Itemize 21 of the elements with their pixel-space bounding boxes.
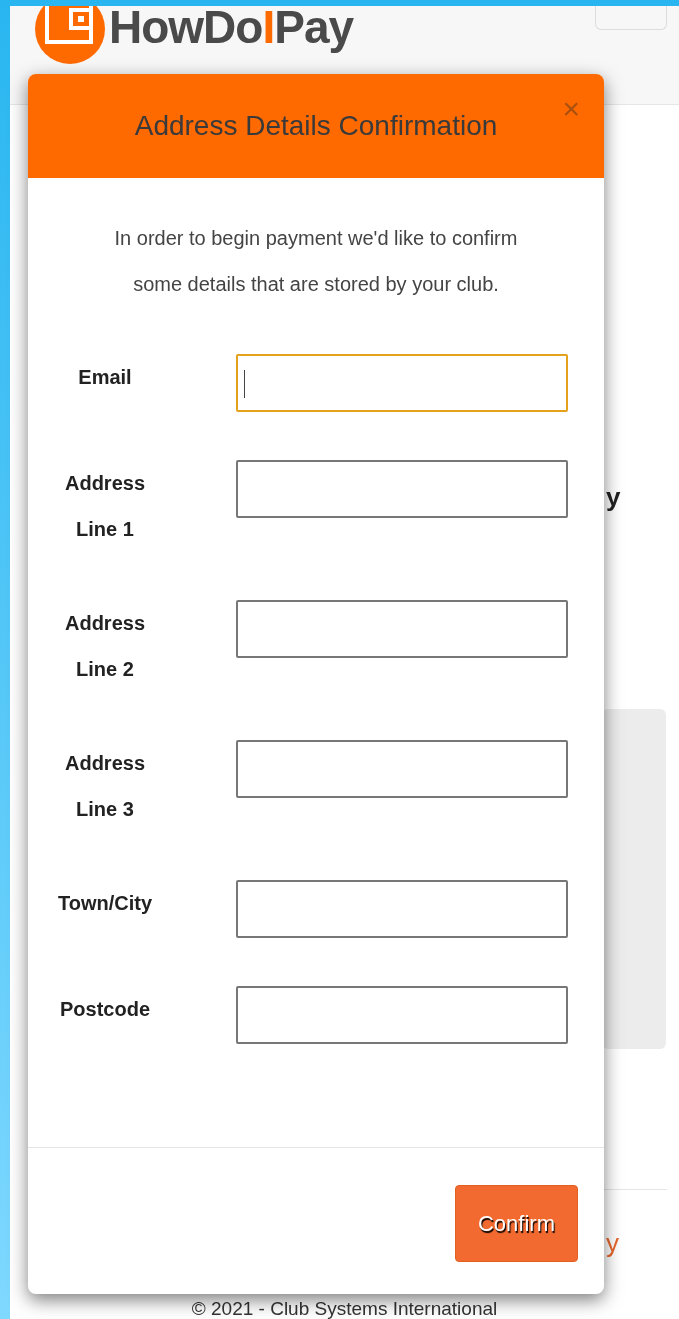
input-field[interactable] — [236, 986, 568, 1044]
logo-text: HowDoIPay — [109, 6, 354, 53]
intro-text: In order to begin payment we'd like to confirm some details that are stored by your club. — [113, 226, 519, 297]
input-field[interactable] — [236, 880, 568, 938]
input-field[interactable] — [236, 460, 568, 518]
footer-text: © 2021 - Club Systems International — [190, 1299, 499, 1319]
link-fragment[interactable]: y — [606, 1224, 619, 1263]
modal-title: Address Details Confirmation — [134, 109, 498, 143]
close-button[interactable]: × — [562, 94, 580, 124]
input-field[interactable] — [236, 354, 568, 412]
field-label: Town/City — [56, 891, 154, 916]
field-label: Email — [77, 365, 133, 390]
text-fragment: y — [606, 481, 621, 514]
menu-toggle-button[interactable] — [595, 6, 667, 30]
field-label: Postcode — [59, 997, 151, 1022]
input-field[interactable] — [236, 600, 568, 658]
confirm-button[interactable]: Confirm — [455, 1185, 578, 1262]
field-label: Address Line 3 — [64, 751, 146, 822]
field-label: Address Line 1 — [64, 471, 146, 542]
input-field[interactable] — [236, 740, 568, 798]
field-label: Address Line 2 — [64, 611, 146, 682]
